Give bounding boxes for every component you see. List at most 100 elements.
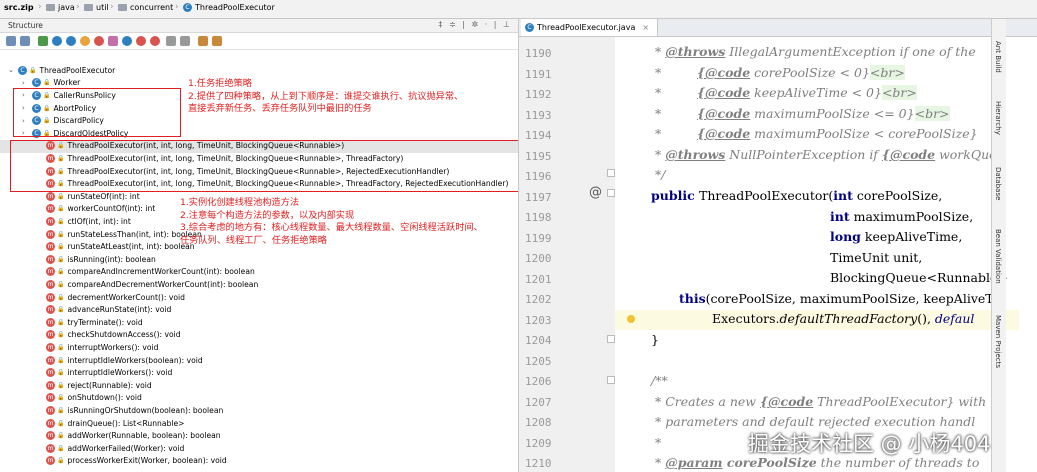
method-icon: m bbox=[46, 405, 55, 415]
visibility-icon: 🔒 bbox=[57, 192, 65, 200]
method-icon: m bbox=[46, 191, 55, 201]
sidebar-maven-projects[interactable]: Maven Projects bbox=[994, 315, 1002, 368]
override-marker-icon[interactable]: @ bbox=[589, 185, 602, 200]
constructor-note-line: 1.实例化创建线程池构造方法 bbox=[180, 197, 300, 208]
expand-arrow-icon[interactable]: › bbox=[22, 79, 32, 87]
method-icon: m bbox=[46, 431, 55, 441]
tree-item-method[interactable]: m 🔒 advanceRunState(int): void bbox=[36, 303, 171, 316]
breadcrumb-concurrent[interactable]: concurrent bbox=[118, 3, 173, 12]
tree-item-method[interactable]: m 🔒 interruptIdleWorkers(boolean): void bbox=[36, 354, 203, 367]
line-number: 1191 bbox=[525, 67, 552, 81]
close-icon[interactable]: × bbox=[642, 23, 649, 32]
breadcrumb-separator: › bbox=[76, 2, 80, 12]
sort-by-visibility-icon[interactable] bbox=[6, 36, 16, 46]
sort-alphabetically-icon[interactable] bbox=[20, 36, 30, 46]
tree-item-method[interactable]: m 🔒 runStateLessThan(int, int): boolean bbox=[36, 228, 202, 241]
structure-toolbar bbox=[0, 33, 518, 50]
tree-item-method[interactable]: m 🔒 processWorkerExit(Worker, boolean): vo… bbox=[36, 455, 227, 468]
tree-item-method[interactable]: m 🔒 interruptWorkers(): void bbox=[36, 341, 158, 354]
line-number: 1194 bbox=[525, 129, 552, 142]
tree-item-method[interactable]: m 🔒 decrementWorkerCount(): void bbox=[36, 291, 185, 304]
show-lambdas-icon[interactable] bbox=[94, 36, 104, 46]
tree-item-label: addWorkerFailed(Worker): void bbox=[67, 443, 185, 453]
autoscroll-from-source-icon[interactable] bbox=[212, 36, 222, 46]
code-area[interactable]: * @throws IllegalArgumentException if on… bbox=[615, 37, 1035, 472]
line-number: 1193 bbox=[525, 108, 552, 122]
tree-item-label: reject(Runnable): void bbox=[67, 380, 152, 390]
folder-icon bbox=[84, 4, 93, 11]
fold-marker-icon[interactable] bbox=[607, 335, 615, 343]
filter-icon[interactable] bbox=[108, 36, 118, 46]
breadcrumb-java[interactable]: java bbox=[46, 3, 75, 12]
show-fields-icon[interactable] bbox=[66, 36, 76, 46]
breadcrumb-src-zip[interactable]: src.zip bbox=[4, 3, 34, 12]
tree-item-label: processWorkerExit(Worker, boolean): void bbox=[67, 456, 227, 466]
code-line-1203: Executors.defaultThreadFactory(), defaul bbox=[712, 311, 975, 326]
visibility-icon: 🔒 bbox=[57, 268, 65, 276]
method-icon: m bbox=[46, 292, 55, 302]
tree-item-method[interactable]: m 🔒 workerCountOf(int): int bbox=[36, 203, 155, 216]
visibility-icon: 🔒 bbox=[57, 217, 65, 225]
tree-item-method[interactable]: m 🔒 ctlOf(int, int): int bbox=[36, 215, 131, 228]
tree-item-label: compareAndDecrementWorkerCount(int): boo… bbox=[67, 279, 259, 289]
expand-arrow-icon[interactable]: ⌄ bbox=[8, 66, 18, 74]
show-properties-icon[interactable] bbox=[52, 36, 62, 46]
fold-marker-icon[interactable] bbox=[607, 169, 615, 177]
tree-item-method[interactable]: m 🔒 isRunning(int): boolean bbox=[36, 253, 156, 266]
line-number: 1205 bbox=[525, 354, 552, 368]
panel-controls[interactable]: ‡ ≑ | ✲ · | ⊥ bbox=[438, 20, 512, 29]
class-icon: C bbox=[525, 23, 534, 32]
tree-item-method[interactable]: m 🔒 reject(Runnable): void bbox=[36, 379, 152, 392]
tree-item-method[interactable]: m 🔒 runStateAtLeast(int, int): boolean bbox=[36, 240, 195, 253]
breadcrumb-class[interactable]: C ThreadPoolExecutor bbox=[183, 3, 275, 12]
tree-item-method[interactable]: m 🔒 onShutdown(): void bbox=[36, 392, 142, 405]
tab-threadpoolexecutor-java[interactable]: C ThreadPoolExecutor.java × bbox=[521, 19, 659, 36]
tree-item-label: interruptIdleWorkers(boolean): void bbox=[67, 355, 203, 365]
structure-panel: Structure ‡ ≑ | ✲ · | ⊥ ⌄ C 🔒 ThreadPoolExe… bbox=[0, 19, 519, 472]
show-methods-icon[interactable] bbox=[136, 36, 146, 46]
tree-item-label: tryTerminate(): void bbox=[67, 317, 143, 327]
tree-item-method[interactable]: m 🔒 compareAndDecrementWorkerCount(int): b… bbox=[36, 278, 258, 291]
code-line-1208: * parameters and default rejected execut… bbox=[655, 414, 976, 429]
line-number: 1201 bbox=[525, 272, 552, 286]
tree-item-method[interactable]: m 🔒 tryTerminate(): void bbox=[36, 316, 143, 329]
collapse-all-icon[interactable] bbox=[180, 36, 190, 46]
sidebar-bean-validation[interactable]: Bean Validation bbox=[994, 229, 1002, 284]
fold-marker-icon[interactable] bbox=[607, 376, 615, 384]
policy-note-line: 1.任务拒绝策略 bbox=[188, 78, 252, 89]
code-line-1209: * bbox=[655, 435, 662, 450]
breadcrumb-util[interactable]: util bbox=[84, 3, 109, 12]
show-inherited-icon[interactable] bbox=[38, 36, 48, 46]
sidebar-hierarchy[interactable]: Hierarchy bbox=[994, 101, 1002, 135]
panel-title: Structure bbox=[8, 21, 43, 30]
show-constructors-icon[interactable] bbox=[150, 36, 160, 46]
line-number: 1204 bbox=[525, 334, 552, 347]
line-number: 1196 bbox=[525, 170, 552, 183]
tree-item-method[interactable]: m 🔒 isRunningOrShutdown(boolean): boolean bbox=[36, 404, 223, 417]
visibility-icon: 🔒 bbox=[57, 381, 65, 389]
tree-item-method[interactable]: m 🔒 drainQueue(): List<Runnable> bbox=[36, 417, 184, 430]
code-line-1202: this(corePoolSize, maximumPoolSize, keep… bbox=[679, 291, 994, 306]
autoscroll-to-source-icon[interactable] bbox=[198, 36, 208, 46]
tree-item-label: Worker bbox=[53, 78, 81, 88]
fold-marker-icon[interactable] bbox=[607, 189, 615, 197]
sidebar-database[interactable]: Database bbox=[994, 167, 1002, 200]
visibility-icon: 🔒 bbox=[57, 432, 65, 440]
tree-item-method[interactable]: m 🔒 addWorkerFailed(Worker): void bbox=[36, 442, 184, 455]
policy-note-line: 2.提供了四种策略，从上到下顺序是：谁提交谁执行、抗议抛异常、 bbox=[188, 90, 464, 102]
show-non-public-icon[interactable] bbox=[80, 36, 90, 46]
visibility-icon: 🔒 bbox=[57, 343, 65, 351]
method-icon: m bbox=[46, 443, 55, 453]
sidebar-ant-build[interactable]: Ant Build bbox=[994, 41, 1002, 73]
tree-root[interactable]: ⌄ C 🔒 ThreadPoolExecutor bbox=[8, 64, 115, 77]
watermark: 掘金技术社区 @ 小杨404 bbox=[748, 432, 991, 456]
expand-all-icon[interactable] bbox=[166, 36, 176, 46]
code-line-1199: long keepAliveTime, bbox=[830, 229, 963, 244]
tree-item-label: decrementWorkerCount(): void bbox=[67, 292, 185, 302]
tree-item-method[interactable]: m 🔒 addWorker(Runnable, boolean): boolean bbox=[36, 429, 221, 442]
tree-item-method[interactable]: m 🔒 compareAndIncrementWorkerCount(int): b… bbox=[36, 266, 255, 279]
tree-item-method[interactable]: m 🔒 checkShutdownAccess(): void bbox=[36, 329, 181, 342]
show-anonymous-icon[interactable] bbox=[122, 36, 132, 46]
tree-item-method[interactable]: m 🔒 interruptIdleWorkers(): void bbox=[36, 366, 172, 379]
line-number: 1209 bbox=[525, 436, 552, 450]
